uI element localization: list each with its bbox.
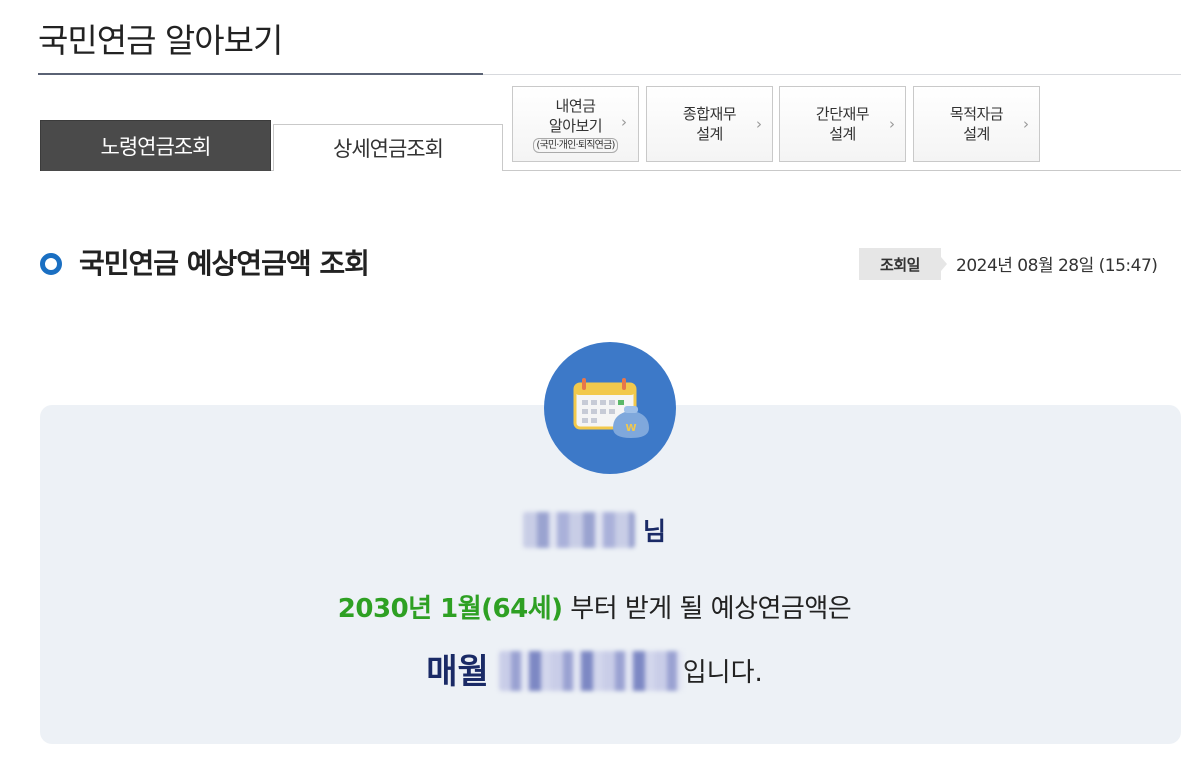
title-divider [483, 74, 1181, 75]
chevron-right-icon: › [621, 113, 627, 131]
title-underline [38, 73, 483, 75]
circle-bullet-icon [40, 253, 62, 275]
tab-detailed-pension[interactable]: 상세연금조회 [273, 124, 503, 171]
date-label-badge: 조회일 [859, 248, 941, 280]
simple-plan-link-label: 간단재무 설계 [815, 105, 870, 143]
chevron-right-icon: › [889, 115, 895, 133]
section-title: 국민연금 예상연금액 조회 [79, 247, 370, 280]
pension-start-info: 2030년 1월(64세) 부터 받게 될 예상연금액은 [337, 594, 852, 624]
page-title: 국민연금 알아보기 [38, 21, 283, 60]
purpose-fund-link-button[interactable]: 목적자금 설계 › [913, 86, 1040, 162]
my-pension-link-sublabel: (국민·개인·퇴직연금) [533, 137, 618, 153]
my-pension-link-button[interactable]: 내연금 알아보기 (국민·개인·퇴직연금) › [512, 86, 639, 162]
my-pension-link-label: 내연금 알아보기 (국민·개인·퇴직연금) [533, 96, 618, 153]
comprehensive-plan-link-button[interactable]: 종합재무 설계 › [646, 86, 773, 162]
masked-pension-amount [498, 651, 683, 691]
simple-plan-link-button[interactable]: 간단재무 설계 › [779, 86, 906, 162]
query-date: 2024년 08월 28일 (15:47) [956, 256, 1158, 276]
chevron-right-icon: › [1023, 115, 1029, 133]
chevron-right-icon: › [756, 115, 762, 133]
comprehensive-plan-link-label: 종합재무 설계 [682, 105, 737, 143]
purpose-fund-link-label: 목적자금 설계 [949, 105, 1004, 143]
monthly-label: 매월 [426, 652, 489, 692]
svg-text:W: W [625, 423, 636, 434]
pension-start-date: 2030년 1월(64세) [337, 594, 563, 624]
pension-amount-line: 매월 입니다. [426, 651, 763, 692]
user-greeting: 님 [0, 512, 1189, 548]
masked-user-name [522, 512, 635, 548]
calendar-money-icon: W [544, 342, 676, 474]
date-badge-arrow [941, 257, 947, 271]
tab-old-age-pension[interactable]: 노령연금조회 [40, 120, 271, 171]
